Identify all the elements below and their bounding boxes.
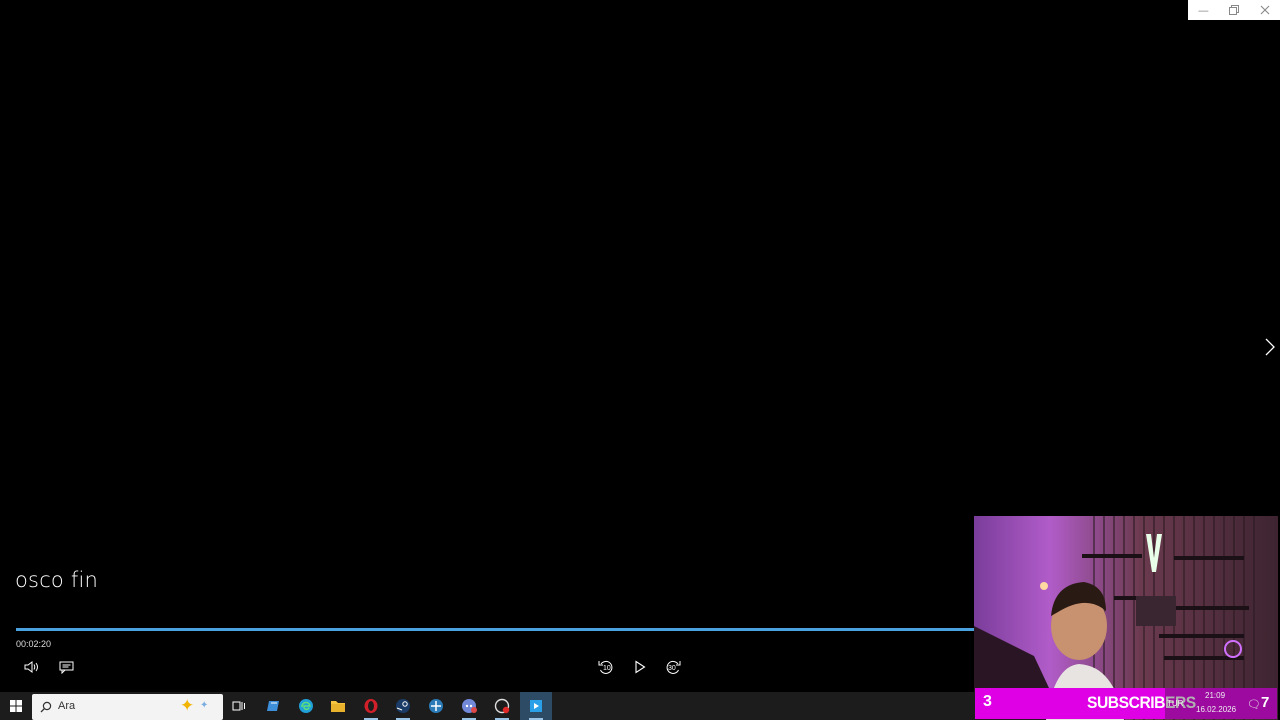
window-controls: — <box>1188 0 1280 20</box>
restore-icon <box>1229 5 1239 15</box>
task-view-icon <box>232 701 245 711</box>
taskbar-app-media-player[interactable] <box>520 692 552 720</box>
chevron-right-icon <box>1265 338 1275 356</box>
taskbar-app-steam[interactable] <box>387 692 419 720</box>
taskbar: Ara ✦ ✦ <box>0 692 975 720</box>
file-transfer-icon <box>267 701 279 711</box>
subscriber-count: 3 <box>983 693 992 710</box>
taskbar-app-game-launcher[interactable] <box>420 692 452 720</box>
seek-bar[interactable] <box>16 628 974 631</box>
discord-icon <box>462 699 477 713</box>
task-view-button[interactable] <box>223 692 255 720</box>
media-title: osco fin <box>15 568 98 592</box>
opera-icon <box>364 699 378 713</box>
folder-icon <box>331 701 345 712</box>
play-icon <box>635 660 646 674</box>
volume-icon <box>24 661 38 673</box>
forward-label: 30 <box>668 665 676 672</box>
start-button[interactable] <box>0 692 32 720</box>
search-placeholder: Ara <box>58 700 76 712</box>
forward-button[interactable]: 30 <box>662 656 684 678</box>
edge-icon <box>299 699 313 713</box>
steam-icon <box>396 699 410 713</box>
notification-icon[interactable]: 🗨 <box>1247 698 1261 711</box>
windows-logo-icon <box>10 700 22 712</box>
sparkle-icon: ✦ <box>180 696 195 715</box>
subtitles-button[interactable] <box>55 656 77 678</box>
volume-button[interactable] <box>21 656 43 678</box>
close-icon <box>1260 5 1270 15</box>
rewind-label: 10 <box>603 665 611 672</box>
screen-recorder-icon <box>494 698 510 714</box>
game-launcher-icon <box>429 699 443 713</box>
search-box[interactable]: Ara ✦ ✦ <box>32 694 223 720</box>
play-button[interactable] <box>629 656 651 678</box>
sparkle-small-icon: ✦ <box>200 700 209 711</box>
restore-button[interactable] <box>1219 0 1250 20</box>
minimize-button[interactable]: — <box>1188 0 1219 20</box>
language-indicator[interactable]: TUR <box>1167 699 1183 708</box>
taskbar-app-file-transfer[interactable] <box>258 692 290 720</box>
taskbar-app-discord[interactable] <box>453 692 485 720</box>
subtitles-icon <box>59 661 73 674</box>
close-button[interactable] <box>1249 0 1280 20</box>
taskbar-app-opera[interactable] <box>355 692 387 720</box>
search-icon <box>40 701 52 713</box>
next-button[interactable] <box>1262 336 1278 358</box>
seek-bar-fill <box>16 628 974 631</box>
current-time: 00:02:20 <box>16 639 52 649</box>
notification-count: 7 <box>1261 694 1270 711</box>
taskbar-app-file-explorer[interactable] <box>322 692 354 720</box>
system-tray: TUR 21:09 16.02.2026 🗨 7 <box>1165 688 1277 719</box>
clock-time[interactable]: 21:09 <box>1205 691 1225 700</box>
taskbar-app-edge[interactable] <box>290 692 322 720</box>
subscribers-bar: 3 SUBSCRIBERS TUR 21:09 16.02.2026 🗨 7 <box>975 688 1277 719</box>
rewind-button[interactable]: 10 <box>595 656 617 678</box>
media-player-icon <box>530 700 542 712</box>
minimize-icon: — <box>1197 3 1209 17</box>
taskbar-app-screen-recorder[interactable] <box>486 692 518 720</box>
clock-date[interactable]: 16.02.2026 <box>1196 705 1236 714</box>
